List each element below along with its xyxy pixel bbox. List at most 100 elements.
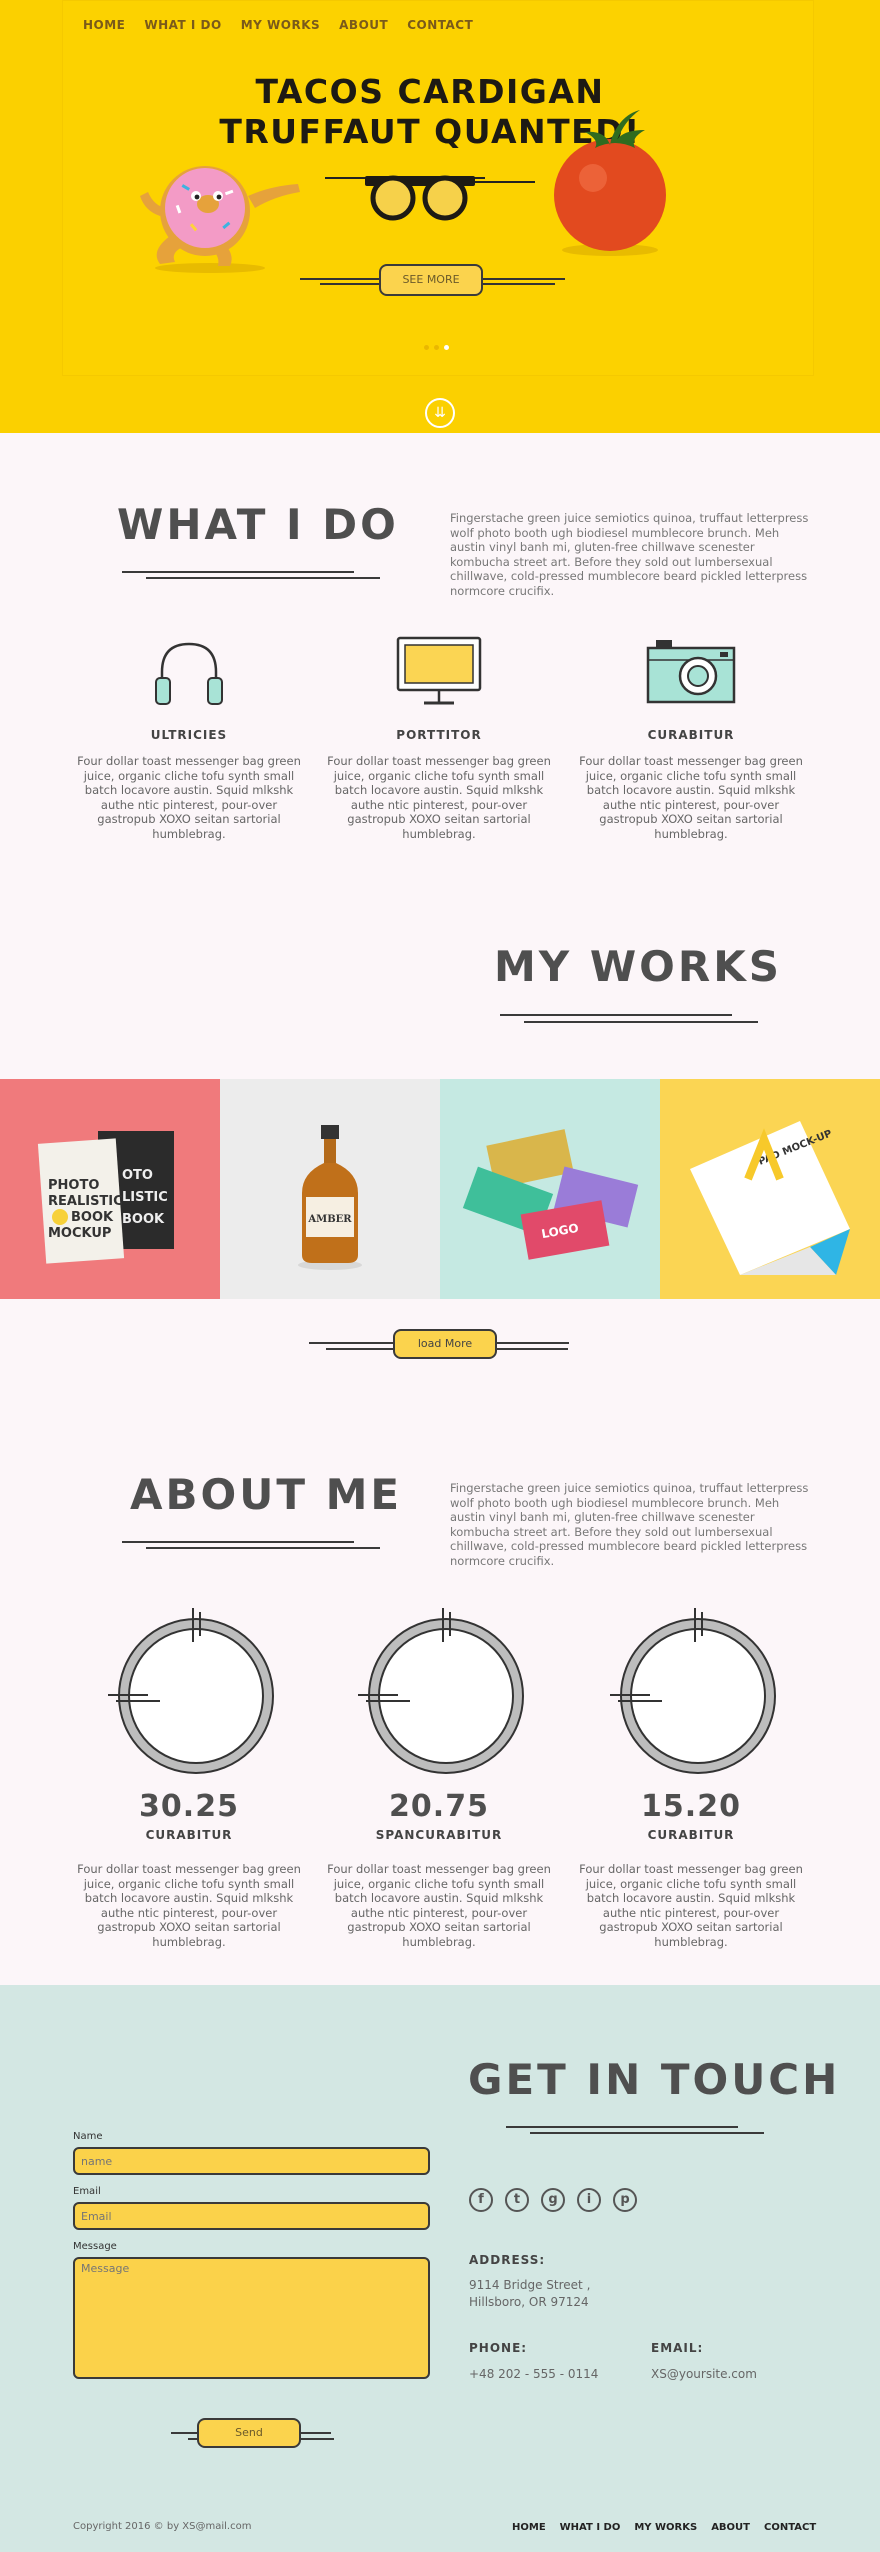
address-line2: Hillsboro, OR 97124 — [469, 2295, 589, 2309]
phone-value: +48 202 - 555 - 0114 — [469, 2367, 599, 2381]
stat-2: 20.75 SPANCURABITUR Four dollar toast me… — [324, 1789, 554, 1949]
monitor-icon — [396, 636, 482, 705]
footer-nav-about[interactable]: ABOUT — [711, 2522, 750, 2533]
feature-title: ULTRICIES — [150, 728, 228, 742]
feature-text: Four dollar toast messenger bag green ju… — [579, 754, 803, 841]
see-more-wrap: SEE MORE — [300, 264, 565, 296]
stat-value: 30.25 — [139, 1789, 239, 1824]
copyright: Copyright 2016 © by XS@mail.com — [73, 2521, 252, 2532]
pinterest-icon[interactable]: p — [613, 2188, 637, 2212]
book-label-line3: BOOK — [71, 1210, 114, 1225]
donut-character-image — [140, 166, 300, 273]
email-heading: EMAIL: — [651, 2341, 704, 2355]
what-i-do-title: WHAT I DO — [117, 500, 399, 549]
title-underline — [122, 1541, 354, 1543]
my-works-title: MY WORKS — [494, 942, 782, 991]
sunglasses-image — [325, 175, 535, 221]
slider-dots — [424, 345, 449, 350]
contact-section: GET IN TOUCH Name Email Message Send f t… — [0, 1985, 880, 2552]
feature-porttitor: PORTTITOR Four dollar toast messenger ba… — [324, 636, 554, 841]
work-item-pad-mockup[interactable]: PAD MOCK-UP — [660, 1079, 880, 1299]
title-underline — [122, 571, 354, 573]
footer-nav-home[interactable]: HOME — [512, 2522, 546, 2533]
google-plus-icon[interactable]: g — [541, 2188, 565, 2212]
title-underline — [146, 1547, 380, 1549]
footer-nav-contact[interactable]: CONTACT — [764, 2522, 816, 2533]
feature-title: PORTTITOR — [396, 728, 482, 742]
title-underline — [524, 1021, 758, 1023]
tomato-image — [554, 110, 666, 256]
address-heading: ADDRESS: — [469, 2253, 546, 2267]
about-me-title: ABOUT ME — [130, 1470, 403, 1519]
work-item-amber-bottle[interactable]: AMBER — [220, 1079, 440, 1299]
load-more-button[interactable]: load More — [393, 1329, 497, 1359]
feature-ultricies: ULTRICIES Four dollar toast messenger ba… — [74, 636, 304, 841]
book-mockup-image: PHOTO REALISTIC BOOK MOCKUP OTO LISTIC B… — [37, 1131, 174, 1264]
name-label: Name — [73, 2131, 103, 2142]
book-label-line1: PHOTO — [48, 1178, 99, 1193]
nav-home[interactable]: HOME — [83, 18, 125, 32]
pad-mockup-image: PAD MOCK-UP — [690, 1121, 850, 1275]
get-in-touch-title: GET IN TOUCH — [468, 2055, 841, 2104]
message-label: Message — [73, 2241, 117, 2252]
book-label-line4: MOCKUP — [48, 1226, 111, 1241]
footer-nav-what-i-do[interactable]: WHAT I DO — [560, 2522, 621, 2533]
works-gallery: PHOTO REALISTIC BOOK MOCKUP OTO LISTIC B… — [0, 1079, 880, 1299]
email-label: Email — [73, 2186, 101, 2197]
stat-3: 15.20 CURABITUR Four dollar toast messen… — [576, 1789, 806, 1949]
feature-curabitur: CURABITUR Four dollar toast messenger ba… — [576, 636, 806, 841]
nav-what-i-do[interactable]: WHAT I DO — [144, 18, 221, 32]
stat-label: CURABITUR — [647, 1828, 735, 1842]
email-value[interactable]: XS@yoursite.com — [651, 2366, 757, 2383]
work-item-business-cards[interactable]: LOGO — [440, 1079, 660, 1299]
nav-my-works[interactable]: MY WORKS — [241, 18, 320, 32]
send-button[interactable]: Send — [197, 2418, 301, 2448]
title-underline — [506, 2126, 738, 2128]
camera-icon — [646, 640, 736, 704]
stat-value: 20.75 — [389, 1789, 489, 1824]
progress-ring-icon — [358, 1608, 524, 1774]
slider-dot[interactable] — [434, 345, 439, 350]
progress-ring-icon — [610, 1608, 776, 1774]
title-underline — [500, 1014, 732, 1016]
about-me-intro: Fingerstache green juice semiotics quino… — [450, 1481, 809, 1568]
nav-contact[interactable]: CONTACT — [407, 18, 473, 32]
footer-nav: HOME WHAT I DO MY WORKS ABOUT CONTACT — [512, 2522, 816, 2533]
headphones-icon — [155, 642, 223, 705]
facebook-icon[interactable]: f — [469, 2188, 493, 2212]
progress-ring-icon — [108, 1608, 274, 1774]
phone-heading: PHONE: — [469, 2341, 528, 2355]
stat-label: SPANCURABITUR — [375, 1828, 503, 1842]
address-line1: 9114 Bridge Street , — [469, 2278, 591, 2292]
see-more-button[interactable]: SEE MORE — [379, 264, 483, 296]
svg-text:BOOK: BOOK — [122, 1212, 165, 1227]
feature-text: Four dollar toast messenger bag green ju… — [327, 754, 551, 841]
email-input[interactable] — [73, 2202, 430, 2230]
nav-about[interactable]: ABOUT — [339, 18, 388, 32]
message-textarea[interactable] — [73, 2257, 430, 2379]
work-item-book-mockup[interactable]: PHOTO REALISTIC BOOK MOCKUP OTO LISTIC B… — [0, 1079, 220, 1299]
feature-title: CURABITUR — [647, 728, 735, 742]
title-underline — [146, 577, 380, 579]
hero-section: HOME WHAT I DO MY WORKS ABOUT CONTACT TA… — [0, 0, 880, 433]
svg-text:LISTIC: LISTIC — [122, 1190, 168, 1205]
stat-value: 15.20 — [641, 1789, 741, 1824]
stat-1: 30.25 CURABITUR Four dollar toast messen… — [74, 1789, 304, 1949]
instagram-icon[interactable]: i — [577, 2188, 601, 2212]
scroll-down-icon[interactable]: ⇊ — [425, 398, 455, 428]
stat-text: Four dollar toast messenger bag green ju… — [327, 1862, 551, 1949]
slider-dot-active[interactable] — [444, 345, 449, 350]
bottle-label: AMBER — [307, 1214, 352, 1225]
what-i-do-intro: Fingerstache green juice semiotics quino… — [450, 511, 809, 598]
title-underline — [530, 2132, 764, 2134]
svg-text:OTO: OTO — [122, 1168, 153, 1183]
slider-dot[interactable] — [424, 345, 429, 350]
twitter-icon[interactable]: t — [505, 2188, 529, 2212]
footer-nav-my-works[interactable]: MY WORKS — [634, 2522, 697, 2533]
name-input[interactable] — [73, 2147, 430, 2175]
stat-text: Four dollar toast messenger bag green ju… — [579, 1862, 803, 1949]
feature-text: Four dollar toast messenger bag green ju… — [77, 754, 301, 841]
stat-text: Four dollar toast messenger bag green ju… — [77, 1862, 301, 1949]
amber-bottle-image: AMBER — [298, 1125, 362, 1270]
stat-label: CURABITUR — [145, 1828, 233, 1842]
